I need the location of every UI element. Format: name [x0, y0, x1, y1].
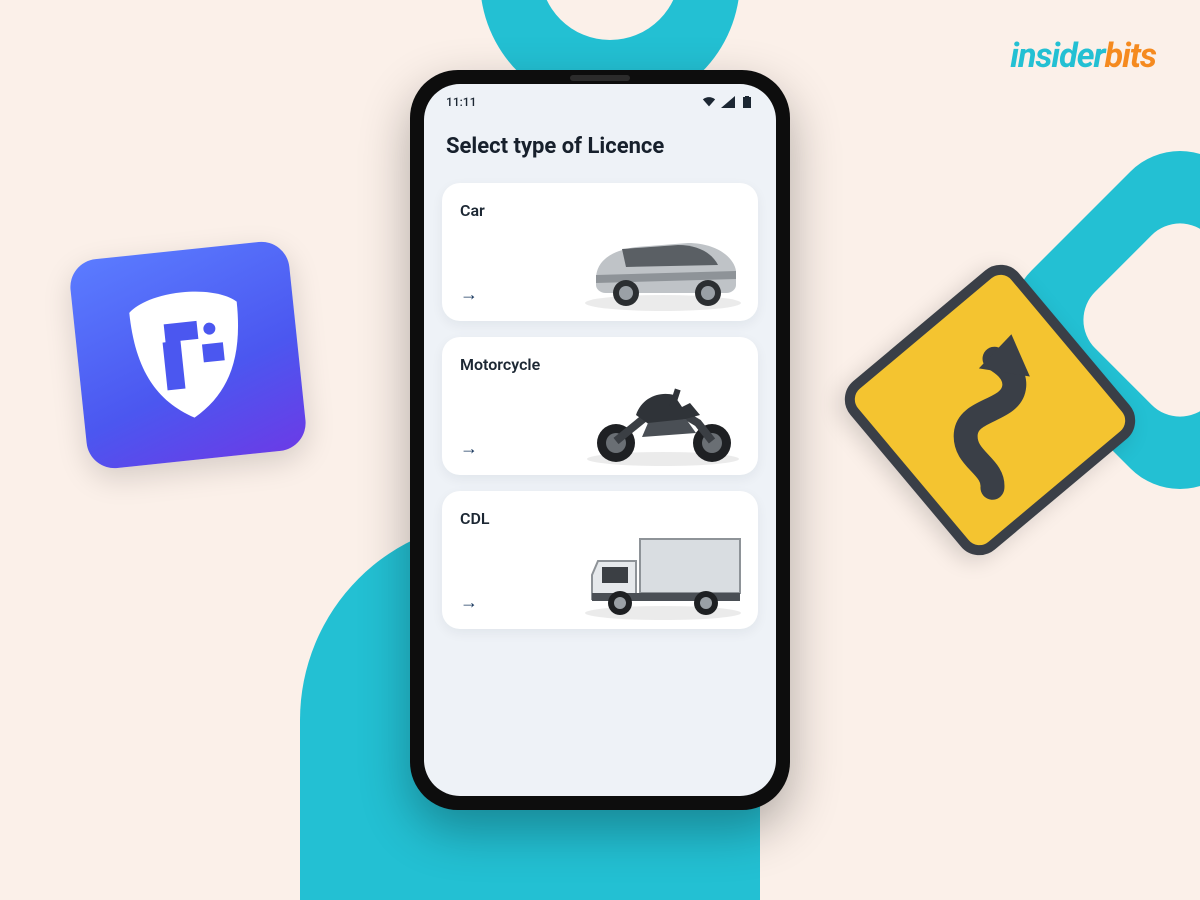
brand-part1: insider — [1010, 36, 1104, 76]
motorcycle-icon — [578, 367, 748, 467]
truck-icon — [578, 521, 748, 621]
status-icons — [702, 96, 754, 108]
brand-part2: bits — [1105, 36, 1156, 76]
phone-screen: 11:11 Select type of Licence Car → — [424, 84, 776, 796]
phone-frame: 11:11 Select type of Licence Car → — [410, 70, 790, 810]
phone-speaker — [570, 75, 630, 81]
parivahan-app-icon — [68, 239, 309, 471]
car-icon — [578, 213, 748, 313]
status-time: 11:11 — [446, 95, 476, 109]
licence-card-car[interactable]: Car → — [442, 183, 758, 321]
screen-content: Select type of Licence Car → — [424, 134, 776, 645]
wifi-icon — [702, 96, 716, 108]
brand-logo: insiderbits — [1010, 36, 1156, 76]
licence-card-cdl[interactable]: CDL → — [442, 491, 758, 629]
winding-road-sign — [871, 291, 1109, 529]
shield-glyph-icon — [106, 273, 271, 438]
winding-arrow-icon — [890, 310, 1089, 509]
status-bar: 11:11 — [424, 84, 776, 120]
licence-card-motorcycle[interactable]: Motorcycle → — [442, 337, 758, 475]
page-title: Select type of Licence — [442, 134, 758, 159]
battery-icon — [740, 96, 754, 108]
signal-icon — [721, 96, 735, 108]
